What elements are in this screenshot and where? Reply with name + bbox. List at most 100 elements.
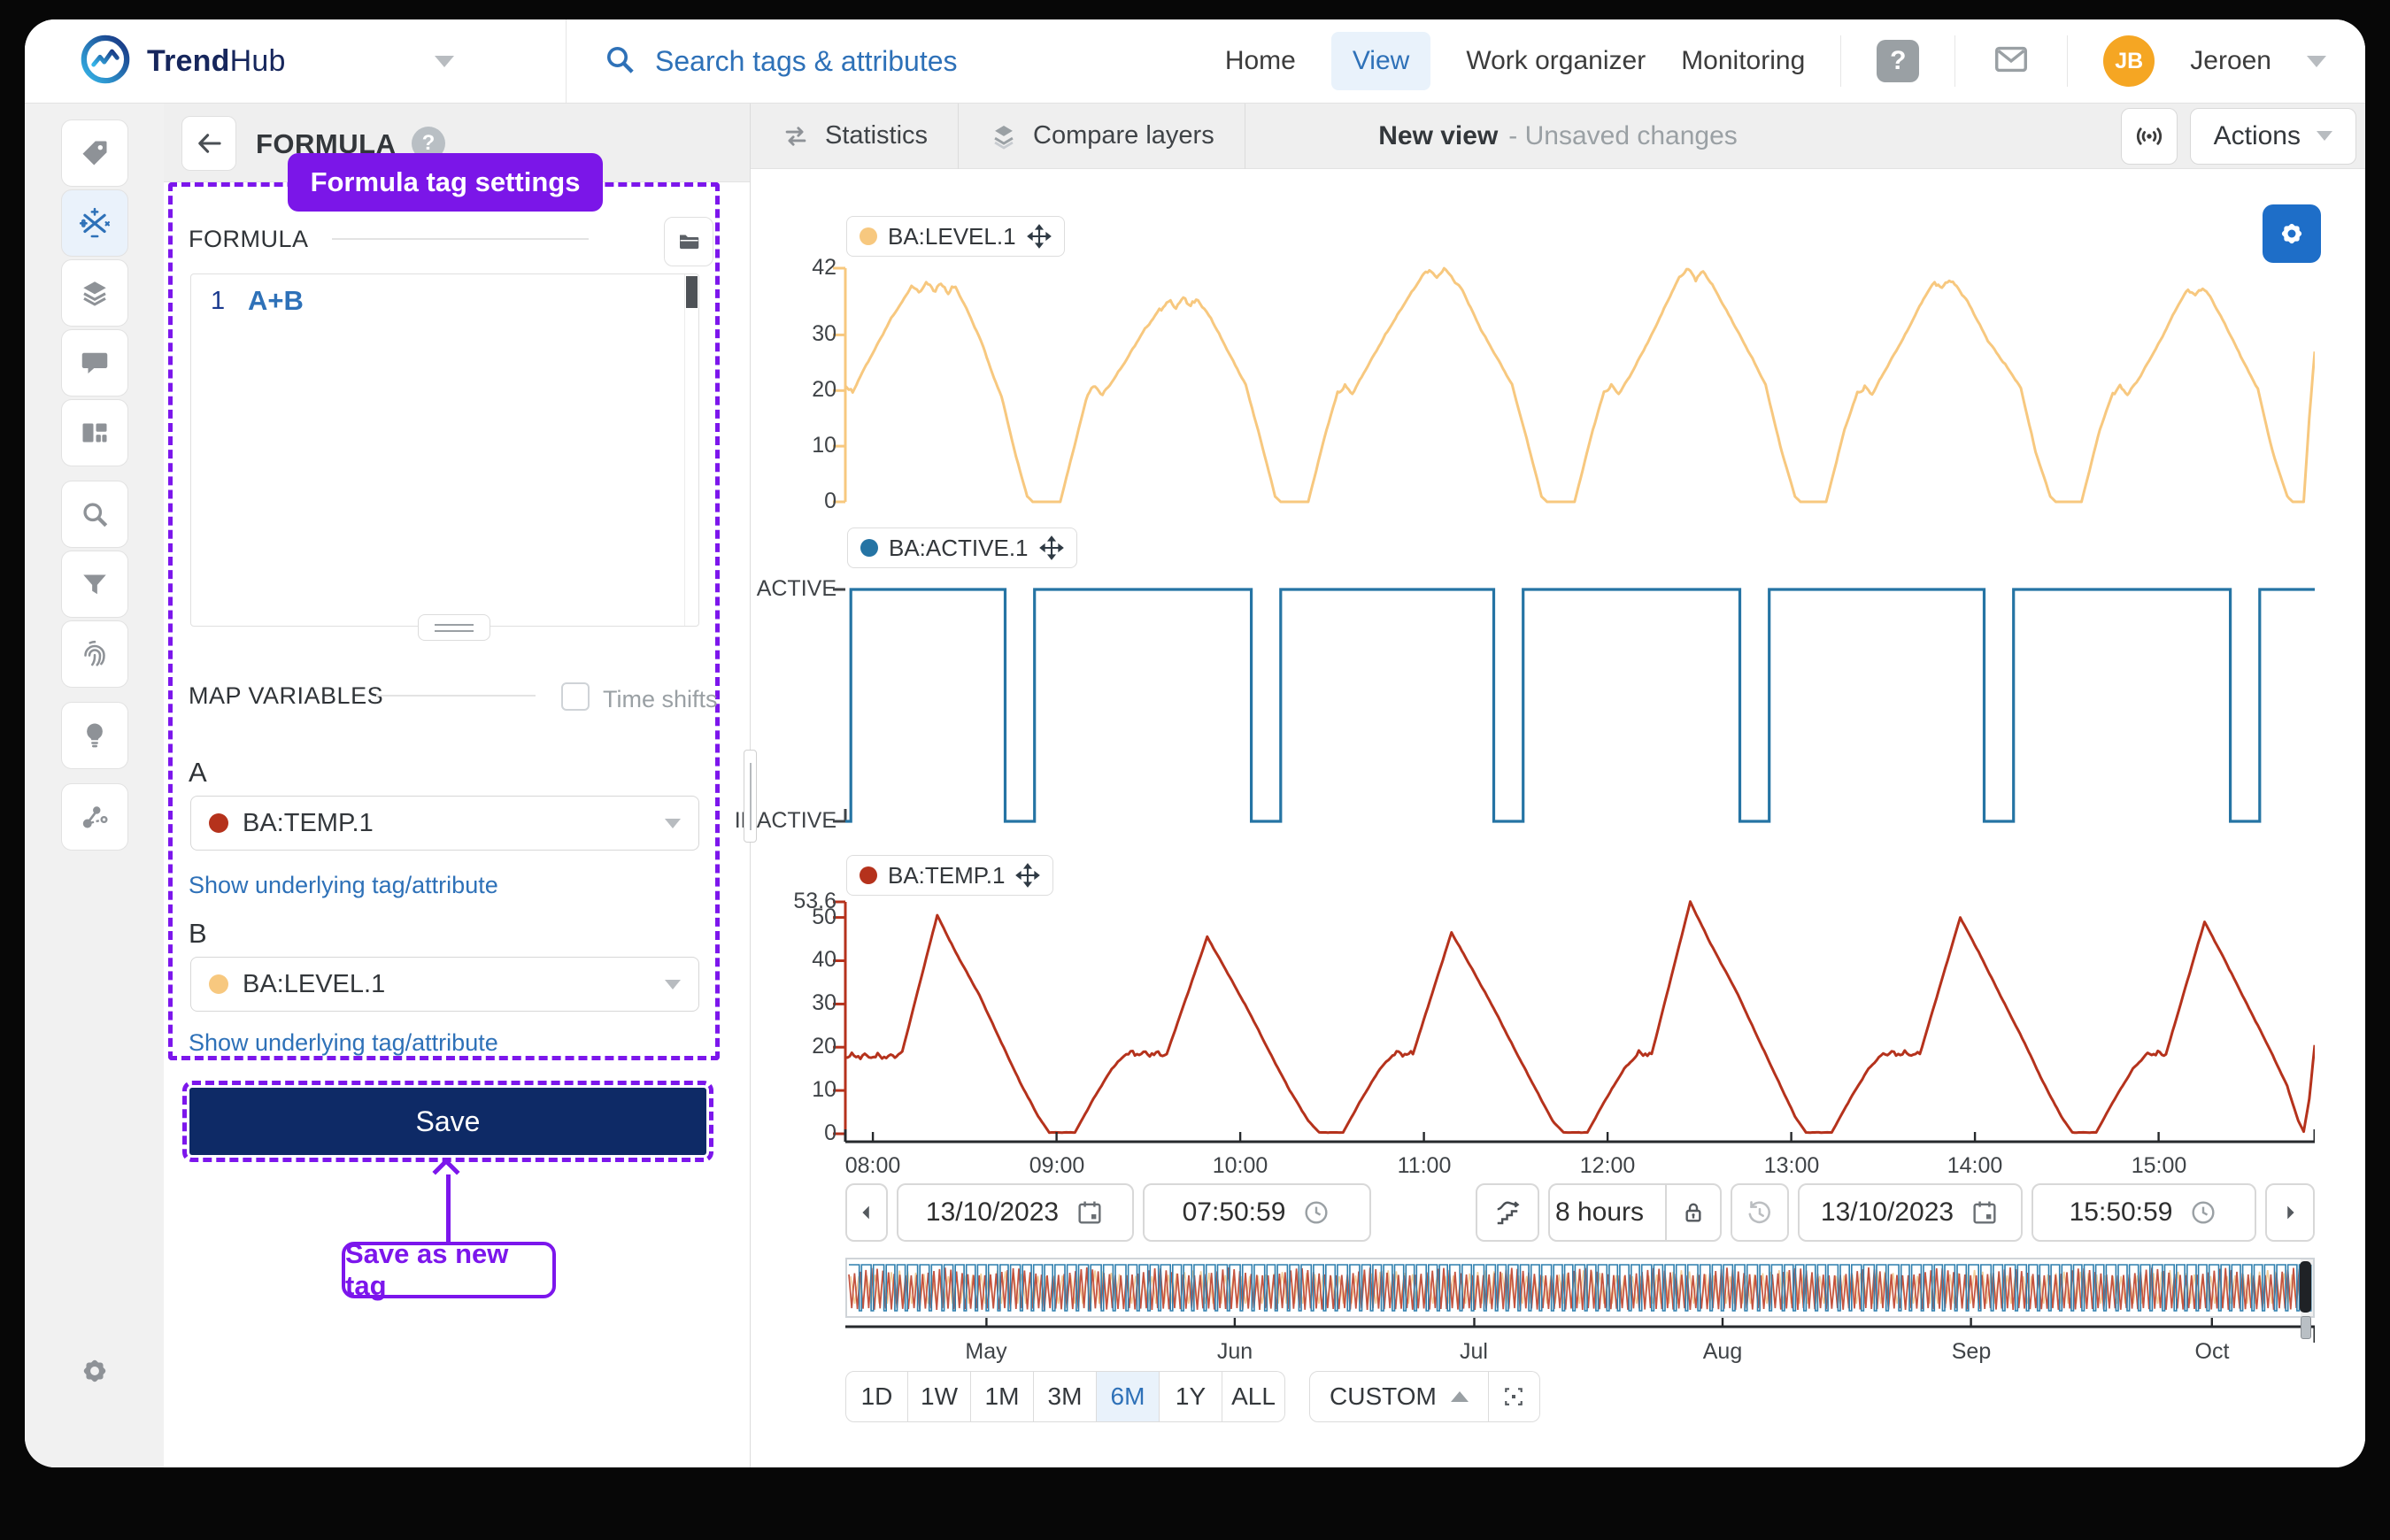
- variable-a-value: BA:TEMP.1: [243, 809, 651, 838]
- variable-a-dropdown[interactable]: BA:TEMP.1: [190, 796, 699, 851]
- sidebar-settings[interactable]: [75, 1351, 114, 1395]
- lock-icon: [1679, 1198, 1708, 1227]
- selection-handle[interactable]: [2300, 1261, 2311, 1313]
- formula-code-editor[interactable]: 1 A+B: [190, 273, 699, 627]
- help-button[interactable]: ?: [1877, 40, 1919, 82]
- editor-code[interactable]: A+B: [248, 285, 304, 317]
- back-button[interactable]: [181, 116, 236, 171]
- nav-home[interactable]: Home: [1225, 46, 1296, 76]
- save-button[interactable]: Save: [189, 1088, 706, 1155]
- time-axis-labels: 08:0009:0010:0011:0012:0013:0014:0015:00: [831, 1153, 2315, 1180]
- lock-duration-button[interactable]: [1665, 1185, 1720, 1240]
- chart-settings-button[interactable]: [2263, 204, 2321, 263]
- avatar[interactable]: JB: [2103, 35, 2155, 87]
- to-date-field[interactable]: 13/10/2023: [1798, 1183, 2023, 1242]
- search-input[interactable]: Search tags & attributes: [655, 45, 958, 78]
- graph-nodes-icon: [79, 801, 111, 833]
- folder-icon: [675, 228, 702, 255]
- range-3m[interactable]: 3M: [1034, 1371, 1097, 1422]
- user-menu-chevron-down-icon[interactable]: [2307, 56, 2326, 67]
- view-title: New view - Unsaved changes: [1378, 104, 1738, 169]
- main-layout: FORMULA ? Formula tag settings FORMULA 1…: [25, 104, 2365, 1467]
- time-shifts-checkbox[interactable]: [561, 682, 590, 711]
- sidebar-item-search[interactable]: [61, 481, 128, 548]
- move-icon: [1027, 224, 1052, 249]
- divider: [1840, 35, 1841, 87]
- sidebar-item-fingerprint[interactable]: [61, 620, 128, 688]
- selection-knob[interactable]: [2301, 1316, 2311, 1339]
- open-saved-formula-button[interactable]: [664, 217, 713, 266]
- context-overview-strip[interactable]: [845, 1258, 2315, 1318]
- range-6m[interactable]: 6M: [1097, 1371, 1160, 1422]
- sidebar-item-ideas[interactable]: [61, 702, 128, 769]
- move-icon: [1039, 535, 1064, 560]
- workspace-chevron-down-icon[interactable]: [435, 56, 454, 67]
- mail-icon[interactable]: [1991, 39, 2032, 84]
- variable-b-dropdown[interactable]: BA:LEVEL.1: [190, 957, 699, 1012]
- pan-right-button[interactable]: [2265, 1183, 2315, 1242]
- compare-layers-button[interactable]: Compare layers: [959, 104, 1245, 169]
- custom-range-button[interactable]: CUSTOM: [1309, 1371, 1489, 1422]
- sidebar-group-trend: [61, 119, 128, 466]
- sidebar-item-filter[interactable]: [61, 551, 128, 618]
- to-time-field[interactable]: 15:50:59: [2032, 1183, 2256, 1242]
- active-trend-chart[interactable]: [831, 584, 2315, 827]
- from-time-field[interactable]: 07:50:59: [1143, 1183, 1371, 1242]
- reset-time-button[interactable]: [1731, 1183, 1789, 1242]
- live-broadcast-button[interactable]: [2121, 108, 2178, 165]
- range-all[interactable]: ALL: [1222, 1371, 1285, 1422]
- nav-monitoring[interactable]: Monitoring: [1681, 46, 1805, 76]
- sidebar-group-connections: [61, 783, 128, 851]
- editor-scrollbar-thumb[interactable]: [686, 276, 698, 308]
- chart-area: Statistics Compare layers New view - Uns…: [751, 104, 2365, 1467]
- nav-view[interactable]: View: [1331, 32, 1430, 90]
- range-1m[interactable]: 1M: [971, 1371, 1034, 1422]
- sidebar-item-dashboards[interactable]: [61, 399, 128, 466]
- duration-button[interactable]: 8 hours: [1550, 1197, 1649, 1228]
- clock-icon: [1301, 1197, 1331, 1228]
- chart-type-button[interactable]: [1476, 1183, 1539, 1242]
- from-date-field[interactable]: 13/10/2023: [897, 1183, 1134, 1242]
- legend-ba-active[interactable]: BA:ACTIVE.1: [847, 527, 1077, 568]
- month-axis-labels: MayJunJulAugSepOct: [831, 1339, 2315, 1366]
- sidebar-item-connections[interactable]: [61, 783, 128, 851]
- sidebar: [25, 104, 164, 1467]
- global-search[interactable]: Search tags & attributes: [567, 19, 1225, 103]
- pan-left-button[interactable]: [845, 1183, 888, 1242]
- sidebar-item-comments[interactable]: [61, 329, 128, 397]
- time-axis: [831, 1128, 2315, 1147]
- panel-collapse-handle[interactable]: [744, 750, 757, 843]
- range-1w[interactable]: 1W: [908, 1371, 971, 1422]
- view-name: New view: [1378, 121, 1498, 151]
- series-color-dot: [860, 866, 877, 884]
- nav-work-organizer[interactable]: Work organizer: [1466, 46, 1646, 76]
- dashboard-icon: [79, 417, 111, 449]
- comment-icon: [79, 347, 111, 379]
- range-1y[interactable]: 1Y: [1160, 1371, 1222, 1422]
- fit-selection-button[interactable]: [1489, 1371, 1540, 1422]
- sidebar-item-tags[interactable]: [61, 119, 128, 187]
- legend-ba-level[interactable]: BA:LEVEL.1: [846, 216, 1065, 257]
- sidebar-item-formulas[interactable]: [61, 189, 128, 257]
- actions-button[interactable]: Actions: [2190, 108, 2356, 165]
- clock-icon: [2188, 1197, 2218, 1228]
- sidebar-group-ideas: [61, 702, 128, 769]
- range-presets: 1D 1W 1M 3M 6M 1Y ALL: [845, 1371, 1285, 1422]
- chevron-left-icon: [857, 1203, 876, 1222]
- show-underlying-link-a[interactable]: Show underlying tag/attribute: [189, 872, 498, 899]
- top-bar: TrendHub Search tags & attributes Home V…: [25, 19, 2365, 104]
- time-shifts-label: Time shifts: [603, 686, 718, 713]
- legend-ba-temp[interactable]: BA:TEMP.1: [846, 855, 1053, 896]
- variable-b-value: BA:LEVEL.1: [243, 970, 651, 999]
- editor-scrollbar[interactable]: [684, 274, 698, 626]
- gear-icon: [2274, 216, 2309, 251]
- formula-icon: [78, 206, 112, 240]
- broadcast-icon: [2132, 119, 2166, 153]
- divider: [376, 695, 536, 697]
- range-1d[interactable]: 1D: [845, 1371, 908, 1422]
- sidebar-item-layers[interactable]: [61, 259, 128, 327]
- show-underlying-link-b[interactable]: Show underlying tag/attribute: [189, 1029, 498, 1057]
- temp-trend-chart[interactable]: [831, 897, 2315, 1139]
- level-trend-chart[interactable]: [831, 265, 2315, 505]
- editor-resize-handle[interactable]: [418, 614, 490, 641]
